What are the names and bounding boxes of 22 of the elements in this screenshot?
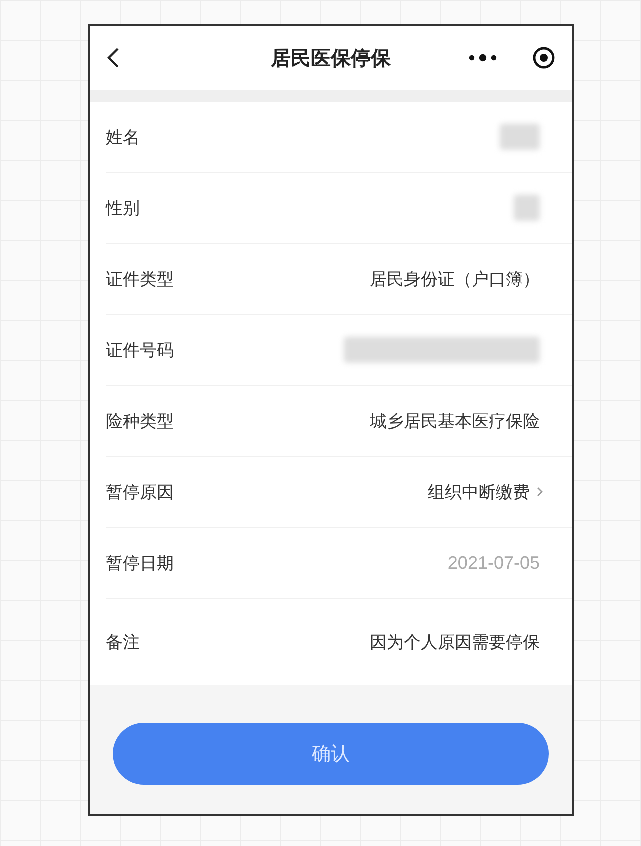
field-label: 备注	[106, 632, 140, 654]
date-value[interactable]: 2021-07-05	[448, 552, 540, 574]
field-label: 姓名	[106, 126, 140, 148]
back-icon	[106, 47, 120, 69]
blurred-value	[514, 195, 540, 221]
field-label: 证件类型	[106, 268, 174, 290]
field-value: 因为个人原因需要停保	[370, 632, 540, 654]
field-label: 证件号码	[106, 340, 174, 362]
field-value: 城乡居民基本医疗保险	[370, 410, 540, 432]
field-label: 性别	[106, 198, 140, 220]
field-value: 居民身份证（户口簿）	[370, 268, 540, 290]
target-icon[interactable]	[532, 46, 556, 70]
field-label: 暂停日期	[106, 552, 174, 574]
more-icon[interactable]	[468, 53, 498, 63]
field-label: 暂停原因	[106, 482, 174, 504]
chevron-right-icon	[536, 486, 544, 498]
blurred-value	[500, 124, 540, 150]
field-label: 险种类型	[106, 410, 174, 432]
back-button[interactable]	[106, 47, 120, 69]
reason-select[interactable]: 组织中断缴费	[428, 480, 530, 504]
page-title: 居民医保停保	[271, 44, 391, 72]
confirm-button[interactable]: 确认	[113, 723, 549, 785]
